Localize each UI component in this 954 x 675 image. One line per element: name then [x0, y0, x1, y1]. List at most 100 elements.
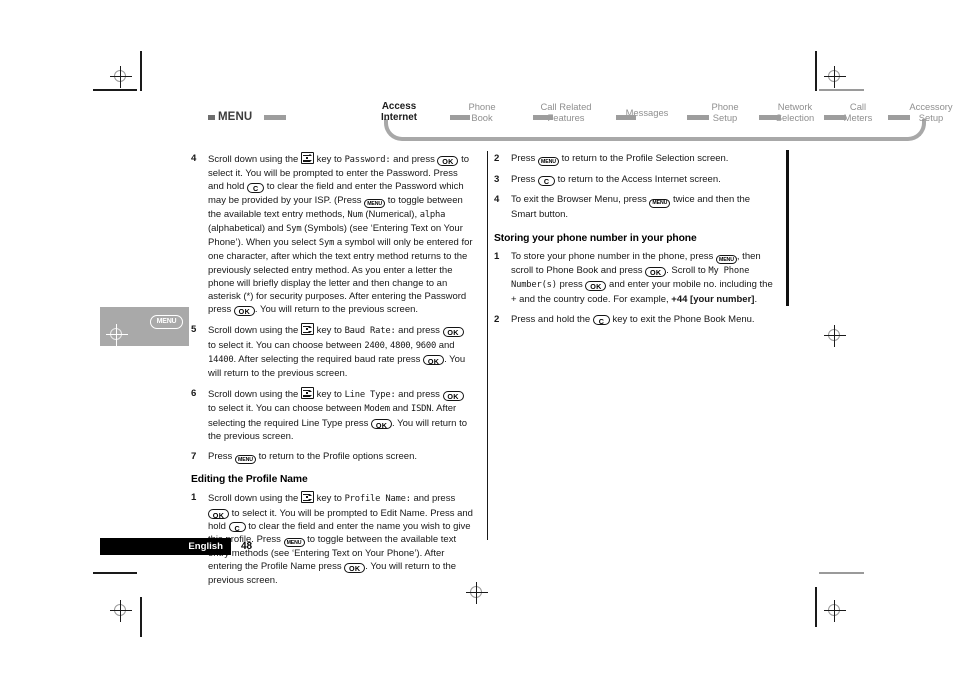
left-text-column: 4 Scroll down using the key to Password: … — [191, 152, 474, 594]
menu-crumb-call-related-features[interactable]: Call Related Features — [521, 101, 611, 123]
right-steps-list: 2 Press MENU to return to the Profile Sel… — [494, 152, 778, 221]
ok-key-icon: OK — [645, 266, 667, 277]
menu-connector-7 — [888, 115, 910, 120]
menu-bullet-icon — [208, 115, 215, 120]
ok-key-icon: OK — [437, 155, 459, 166]
ok-key-icon: OK — [442, 326, 464, 337]
phone-screen-text: alpha — [419, 209, 446, 220]
menu-root-label: MENU — [218, 111, 253, 123]
left-steps-list: 4 Scroll down using the key to Password: … — [191, 152, 474, 465]
ok-key-icon: OK — [585, 280, 607, 291]
numbered-step: 1 To store your phone number in the phone… — [494, 250, 778, 306]
phone-screen-text: Baud Rate: — [344, 326, 396, 337]
numbered-step: 1 Scroll down using the key to Profile Na… — [191, 491, 474, 586]
crop-mark-bottom-right-vertical — [815, 587, 817, 627]
numbered-step: 4 Scroll down using the key to Password: … — [191, 152, 474, 316]
column-divider-rule — [487, 151, 489, 540]
step-number: 4 — [191, 153, 197, 164]
clear-key-icon: C — [592, 315, 610, 326]
step-text: Scroll down using the key to Line Type: … — [208, 387, 468, 442]
phone-screen-text: 2400 — [364, 340, 385, 351]
clear-key-icon: C — [247, 182, 265, 193]
step-number: 4 — [494, 194, 500, 206]
ok-key-icon: OK — [344, 562, 366, 573]
numbered-step: 6 Scroll down using the key to Line Type:… — [191, 387, 474, 443]
registration-mark-callout — [106, 324, 128, 346]
menu-crumb-phone-book[interactable]: Phone Book — [437, 101, 527, 123]
numbered-step: 7 Press MENU to return to the Profile opt… — [191, 450, 474, 465]
registration-mark-top-right — [824, 66, 846, 88]
crop-mark-bottom-right-horizontal — [819, 572, 864, 574]
step-text: Press C to return to the Access Internet… — [511, 174, 721, 187]
menu-key-icon: MENU — [150, 315, 183, 329]
menu-crumb-line1: Accessory — [909, 101, 953, 112]
menu-connector-1 — [450, 115, 470, 120]
crop-mark-bottom-left-horizontal — [93, 572, 137, 574]
footer-language-label: English — [188, 541, 223, 552]
menu-crumb-line2: Internet — [381, 111, 417, 123]
step-number: 1 — [494, 251, 500, 263]
phone-screen-text: ISDN — [410, 404, 432, 415]
ok-key-icon: OK — [423, 355, 445, 366]
right-steps-list-2: 1 To store your phone number in the phone… — [494, 250, 778, 326]
registration-mark-bottom-right — [824, 600, 846, 622]
right-subheading: Storing your phone number in your phone — [494, 232, 697, 244]
numbered-step: 2 Press and hold the C key to exit the Ph… — [494, 313, 778, 326]
numbered-step: 5 Scroll down using the key to Baud Rate:… — [191, 323, 474, 380]
crop-mark-top-right-horizontal — [819, 89, 864, 91]
left-steps-list-2: 1 Scroll down using the key to Profile Na… — [191, 491, 474, 586]
navigation-key-icon — [300, 491, 314, 504]
clear-key-icon: C — [228, 522, 246, 533]
menu-crumb-line1: Access — [381, 101, 417, 112]
ok-key-icon: OK — [371, 419, 393, 430]
phone-screen-text: 4800 — [390, 340, 411, 351]
numbered-step: 4 To exit the Browser Menu, press MENU tw… — [494, 193, 778, 220]
step-number: 7 — [191, 451, 197, 463]
navigation-key-icon — [300, 323, 314, 336]
phone-screen-text: Num — [347, 209, 363, 220]
right-edge-rule — [786, 150, 789, 306]
step-number: 5 — [191, 324, 197, 336]
footer-language-bar: English — [100, 538, 231, 555]
step-text: To store your phone number in the phone,… — [511, 251, 773, 305]
step-text: Press MENU to return to the Profile opti… — [208, 451, 417, 465]
step-text: Scroll down using the key to Baud Rate: … — [208, 323, 466, 380]
menu-crumb-access-internet[interactable]: Access Internet — [354, 101, 444, 123]
clear-key-icon: C — [537, 175, 555, 186]
registration-mark-top-left — [110, 66, 132, 88]
step-text: Press MENU to return to the Profile Sele… — [511, 153, 729, 167]
menu-key-icon: MENU — [649, 198, 671, 208]
page-number: 48 — [241, 541, 253, 552]
step-number: 6 — [191, 388, 197, 400]
left-subheading: Editing the Profile Name — [191, 474, 308, 486]
crop-mark-top-left-vertical — [140, 51, 142, 91]
crop-mark-top-left-horizontal — [93, 89, 137, 91]
menu-connector-6 — [824, 115, 846, 120]
registration-mark-bottom-left — [110, 600, 132, 622]
phone-screen-text: Sym — [286, 224, 302, 235]
menu-connector-0 — [264, 115, 286, 120]
numbered-step: 3 Press C to return to the Access Interne… — [494, 173, 778, 186]
menu-key-icon: MENU — [283, 538, 305, 548]
navigation-key-icon — [300, 152, 314, 164]
menu-connector-2 — [533, 115, 553, 120]
registration-mark-right-middle — [824, 325, 846, 347]
phone-screen-text: Profile Name: — [344, 494, 411, 505]
phone-screen-text: 14400 — [208, 354, 234, 365]
menu-connector-5 — [759, 115, 781, 120]
step-text: Scroll down using the key to Profile Nam… — [208, 491, 473, 586]
menu-connector-4 — [687, 115, 709, 120]
menu-crumb-accessory-setup[interactable]: Accessory Setup — [886, 101, 954, 123]
page-plate: MENU Access Internet Phone Book Call Related… — [0, 0, 954, 675]
menu-key-icon: MENU — [537, 157, 559, 167]
menu-breadcrumb-nav: MENU Access Internet Phone Book Call Related… — [208, 101, 953, 143]
menu-key-icon: MENU — [234, 455, 256, 465]
emphasised-text: +44 [your number] — [671, 293, 755, 305]
phone-screen-text: Line Type: — [344, 390, 396, 401]
phone-screen-text: Modem — [364, 404, 390, 415]
numbered-step: 2 Press MENU to return to the Profile Sel… — [494, 152, 778, 167]
phone-screen-text: Sym — [318, 238, 335, 249]
phone-screen-text: My Phone Number(s) — [511, 266, 750, 291]
margin-callout-box: MENU — [100, 307, 189, 346]
menu-crumb-line1: Phone — [468, 101, 496, 112]
